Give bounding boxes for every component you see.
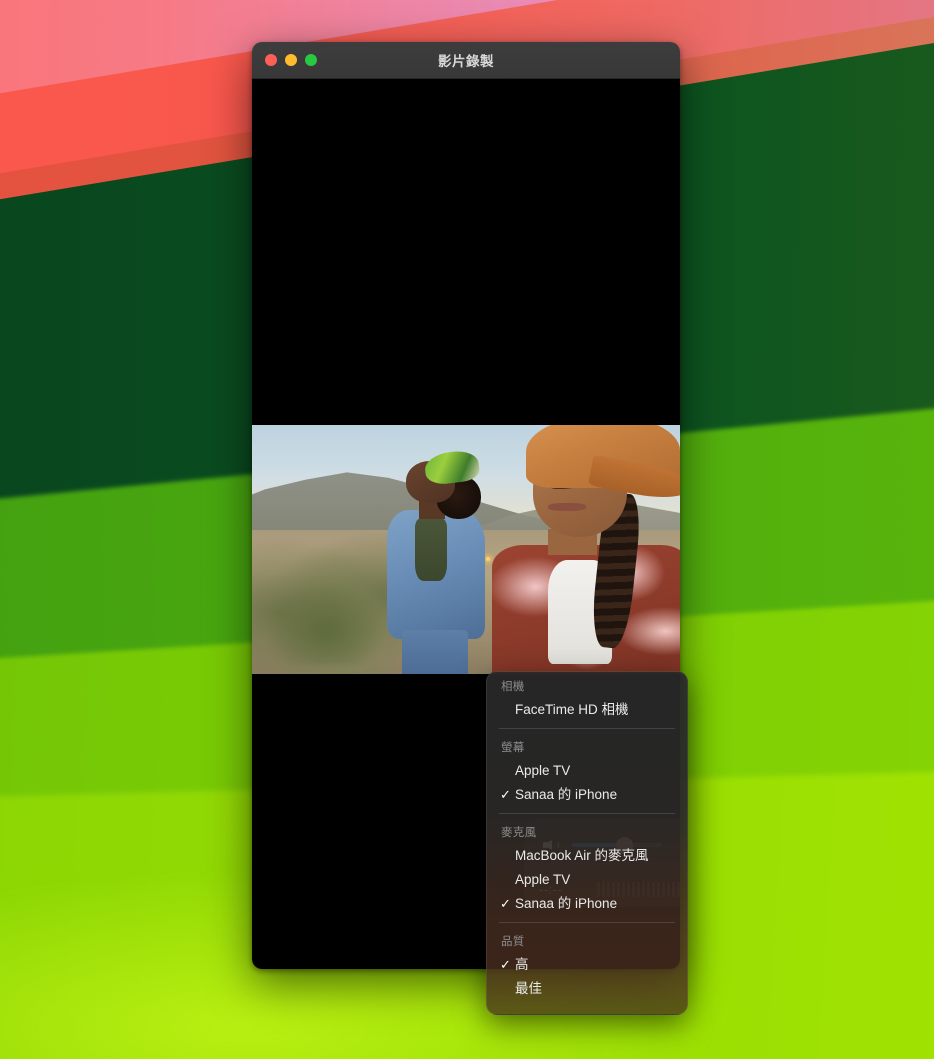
menu-separator (499, 728, 675, 729)
menu-item[interactable]: MacBook Air 的麥克風 (487, 844, 687, 868)
checkmark-icon: ✓ (500, 787, 511, 802)
menu-item-label: 高 (515, 957, 529, 972)
scene-person-right (491, 425, 680, 674)
menu-item[interactable]: 最佳 (487, 977, 687, 1001)
scene-person-left (380, 449, 487, 674)
video-preview[interactable] (252, 425, 680, 674)
scene-brush-near (260, 579, 389, 665)
menu-section-header: 品質 (501, 936, 525, 948)
menu-item-label: 最佳 (515, 981, 542, 996)
window-titlebar[interactable]: 影片錄製 (252, 42, 680, 79)
menu-item-label: Sanaa 的 iPhone (515, 896, 618, 911)
checkmark-icon: ✓ (500, 896, 511, 911)
minimize-button[interactable] (285, 54, 297, 66)
menu-item-label: FaceTime HD 相機 (515, 702, 629, 717)
menu-section-header: 麥克風 (501, 827, 537, 839)
menu-section-header: 螢幕 (501, 742, 525, 754)
menu-separator (499, 813, 675, 814)
menu-item[interactable]: ✓ Sanaa 的 iPhone (487, 892, 687, 916)
menu-item-label: Sanaa 的 iPhone (515, 787, 618, 802)
checkmark-icon: ✓ (500, 957, 511, 972)
menu-item[interactable]: ✓ Sanaa 的 iPhone (487, 783, 687, 807)
menu-item-label: MacBook Air 的麥克風 (515, 848, 649, 863)
menu-section-header: 相機 (501, 681, 525, 693)
menu-item-label: Apple TV (515, 872, 571, 887)
menu-item[interactable]: Apple TV (487, 868, 687, 892)
menu-item-label: Apple TV (515, 763, 571, 778)
menu-separator (499, 922, 675, 923)
traffic-lights (252, 54, 317, 66)
menu-item[interactable]: Apple TV (487, 759, 687, 783)
menu-item[interactable]: ✓ 高 (487, 953, 687, 977)
close-button[interactable] (265, 54, 277, 66)
zoom-button[interactable] (305, 54, 317, 66)
recording-options-menu[interactable]: 相機 FaceTime HD 相機螢幕 Apple TV ✓ Sanaa 的 iPhon… (486, 671, 688, 1015)
menu-item[interactable]: FaceTime HD 相機 (487, 698, 687, 722)
